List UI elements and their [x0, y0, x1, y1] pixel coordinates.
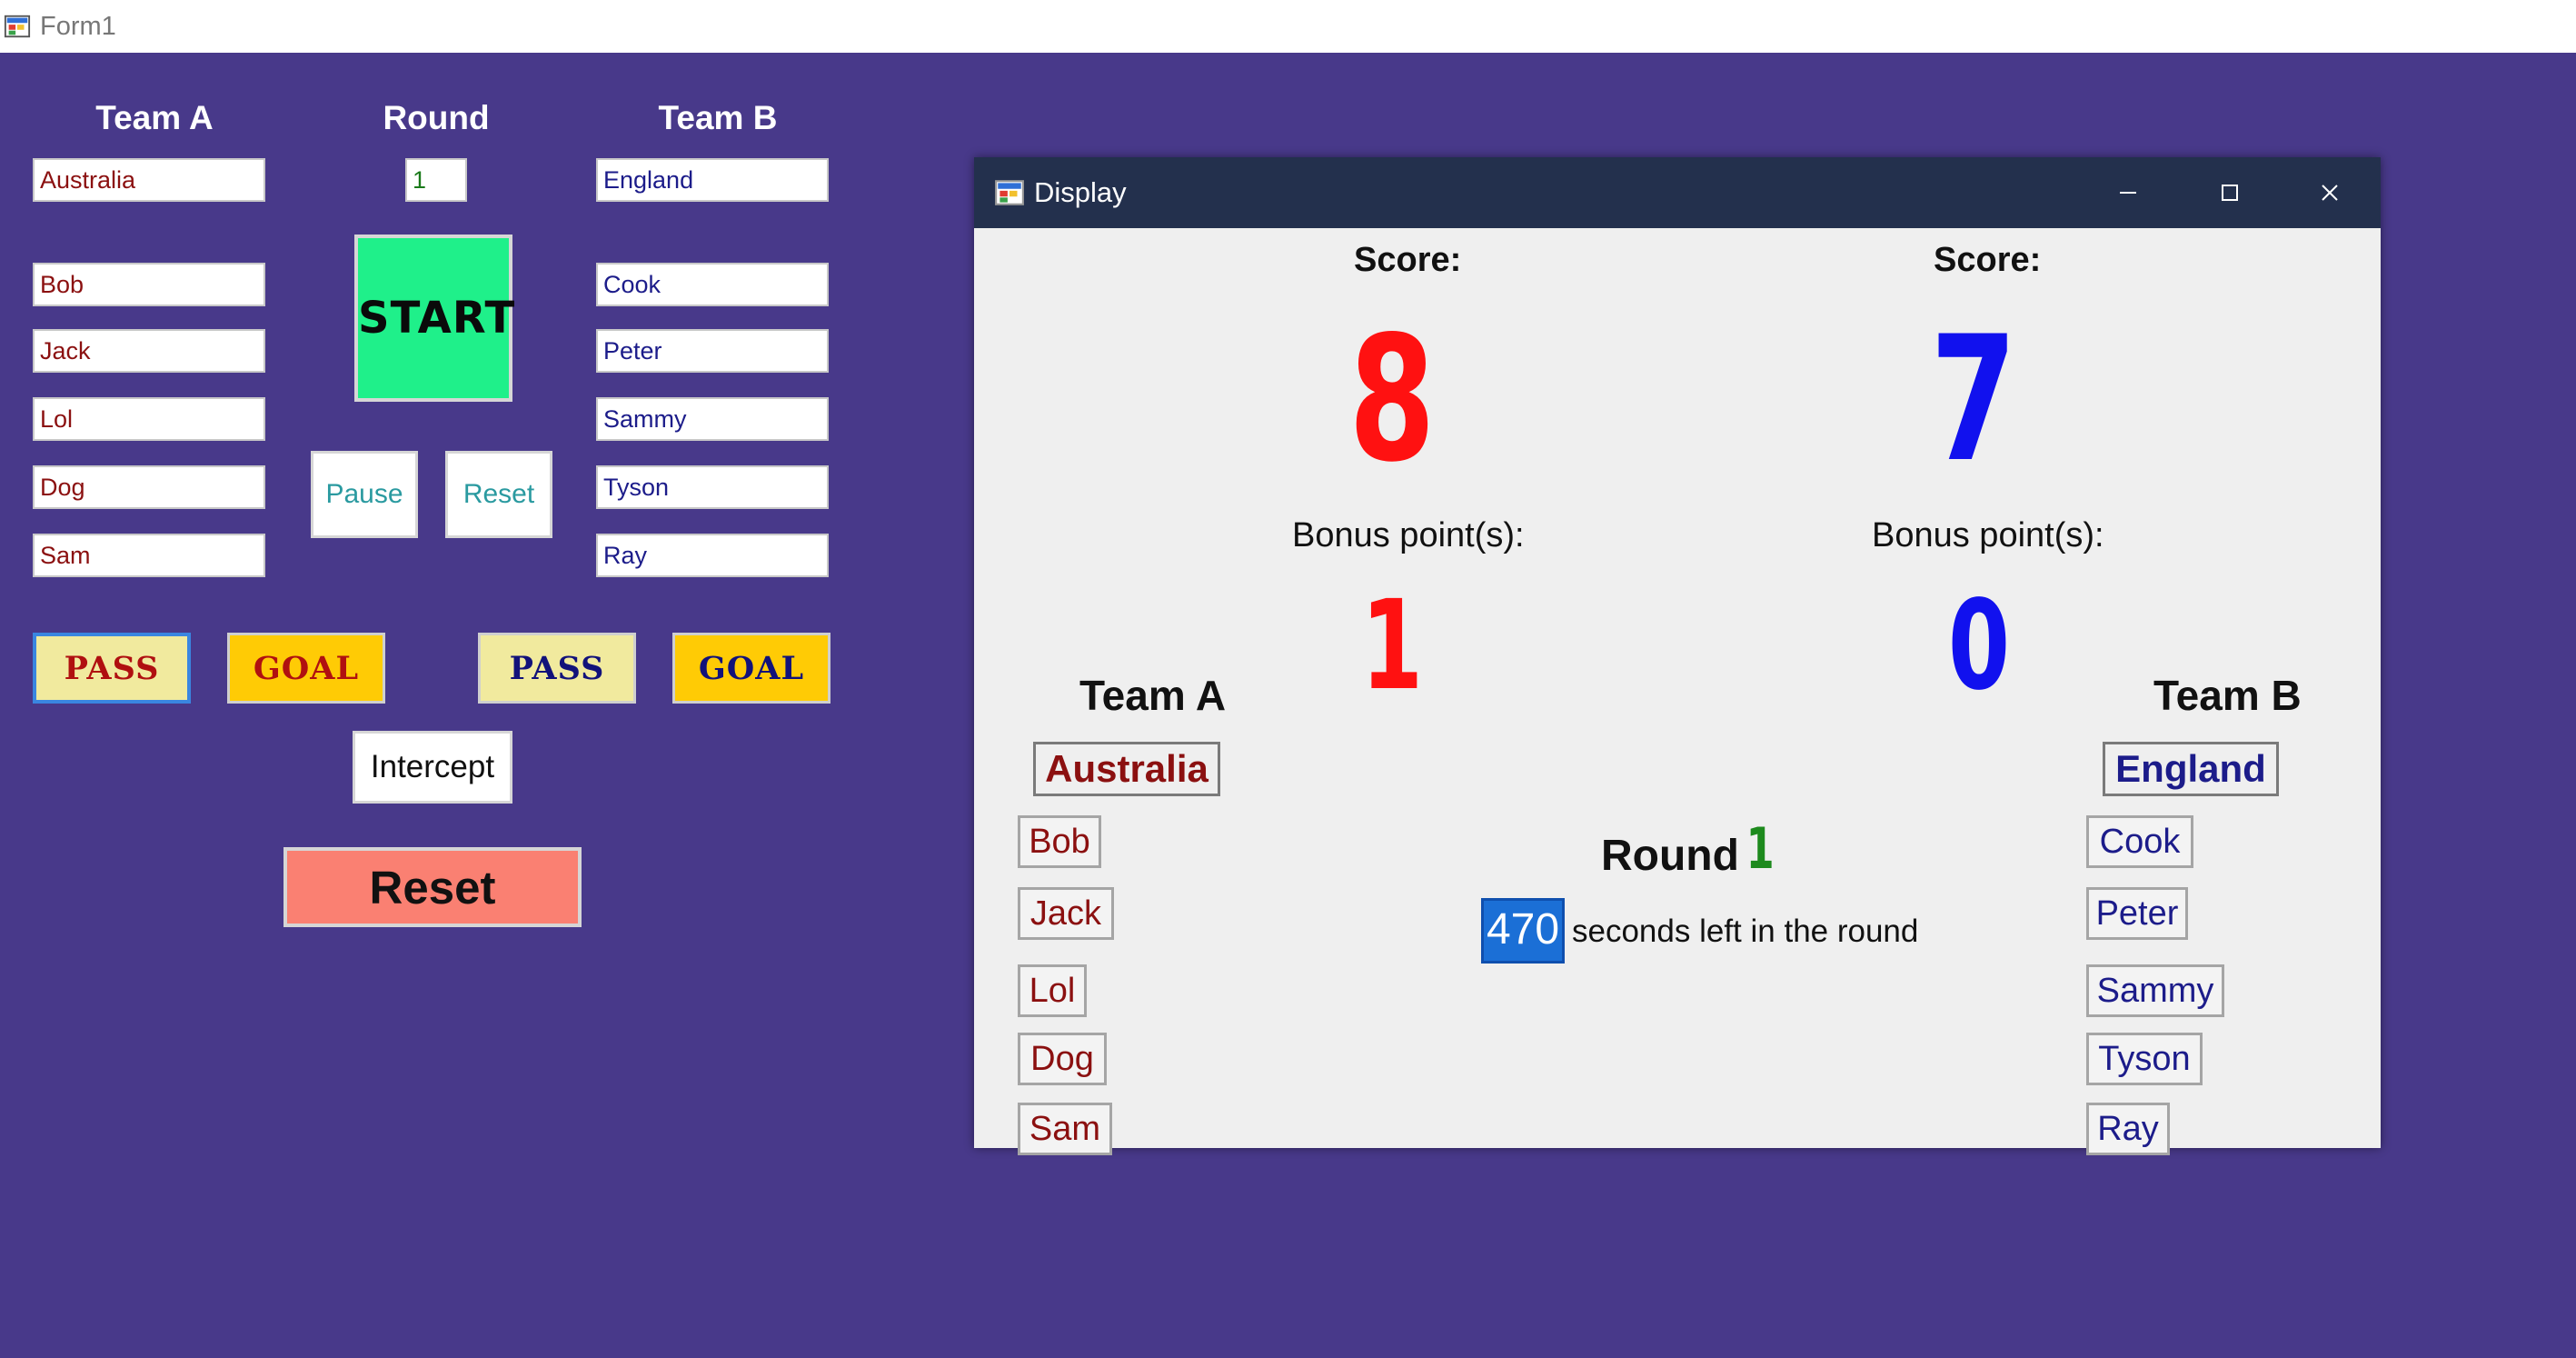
display-team-b-header: Team B: [2153, 672, 2302, 719]
display-team-b-player-3: Sammy: [2086, 964, 2224, 1017]
display-team-a-player-4: Dog: [1018, 1033, 1107, 1085]
form1-titlebar: [0, 0, 2576, 53]
team-a-score-label: Score:: [1354, 241, 1462, 279]
form1-title: Form1: [40, 12, 116, 41]
close-icon: [2322, 185, 2338, 201]
display-team-a-name: Australia: [1033, 742, 1220, 796]
team-b-name-input[interactable]: [596, 158, 829, 202]
team-b-goal-button[interactable]: GOAL: [672, 633, 830, 704]
team-b-player-2-input[interactable]: [596, 329, 829, 373]
team-a-name-input[interactable]: [33, 158, 265, 202]
pause-button[interactable]: Pause: [311, 451, 418, 538]
display-round-number: 1: [1746, 815, 1775, 882]
display-team-a-player-2: Jack: [1018, 887, 1114, 940]
team-a-header: Team A: [95, 99, 214, 136]
team-a-player-2-input[interactable]: [33, 329, 265, 373]
display-team-a-header: Team A: [1079, 672, 1227, 719]
app-icon: [995, 180, 1024, 205]
team-a-score: 8: [1348, 299, 1436, 500]
display-round-label: Round: [1601, 832, 1739, 880]
team-b-player-5-input[interactable]: [596, 534, 829, 577]
team-a-bonus-label: Bonus point(s):: [1292, 516, 1525, 554]
team-a-pass-button[interactable]: PASS: [33, 633, 191, 704]
team-a-player-3-input[interactable]: [33, 397, 265, 441]
team-b-header: Team B: [658, 99, 778, 136]
round-input[interactable]: [405, 158, 467, 202]
display-team-a-player-1: Bob: [1018, 815, 1101, 868]
display-team-b-player-5: Ray: [2086, 1103, 2170, 1155]
team-b-player-1-input[interactable]: [596, 263, 829, 306]
team-a-player-5-input[interactable]: [33, 534, 265, 577]
start-button[interactable]: START: [354, 235, 514, 402]
display-team-a-player-3: Lol: [1018, 964, 1087, 1017]
round-header: Round: [383, 99, 490, 136]
team-a-player-1-input[interactable]: [33, 263, 265, 306]
maximize-icon: [2222, 185, 2238, 201]
display-team-a-player-5: Sam: [1018, 1103, 1112, 1155]
display-title: Display: [1034, 176, 1127, 208]
reset-timer-button[interactable]: Reset: [445, 451, 552, 538]
team-b-bonus-label: Bonus point(s):: [1872, 516, 2104, 554]
seconds-remaining-value: 470: [1481, 898, 1565, 964]
display-titlebar[interactable]: Display: [974, 157, 2381, 228]
team-b-score: 7: [1930, 299, 2017, 500]
display-team-b-player-2: Peter: [2086, 887, 2188, 940]
intercept-button[interactable]: Intercept: [353, 731, 512, 804]
close-button[interactable]: [2279, 157, 2381, 228]
minimize-icon: [2120, 192, 2136, 194]
team-b-player-3-input[interactable]: [596, 397, 829, 441]
team-b-bonus: 0: [1947, 574, 2011, 718]
display-team-b-player-1: Cook: [2086, 815, 2193, 868]
app-icon: [4, 15, 31, 38]
display-team-b-player-4: Tyson: [2086, 1033, 2203, 1085]
minimize-button[interactable]: [2077, 157, 2179, 228]
team-a-goal-button[interactable]: GOAL: [227, 633, 385, 704]
team-b-pass-button[interactable]: PASS: [478, 633, 636, 704]
team-b-player-4-input[interactable]: [596, 465, 829, 509]
team-b-score-label: Score:: [1934, 241, 2042, 279]
reset-button[interactable]: Reset: [283, 847, 582, 927]
team-a-player-4-input[interactable]: [33, 465, 265, 509]
display-team-b-name: England: [2103, 742, 2279, 796]
seconds-left-label: seconds left in the round: [1572, 914, 1919, 949]
display-window: Display Score: Score: 8 7 Bonus point(s)…: [974, 157, 2381, 1155]
team-a-bonus: 1: [1360, 574, 1424, 718]
maximize-button[interactable]: [2179, 157, 2281, 228]
